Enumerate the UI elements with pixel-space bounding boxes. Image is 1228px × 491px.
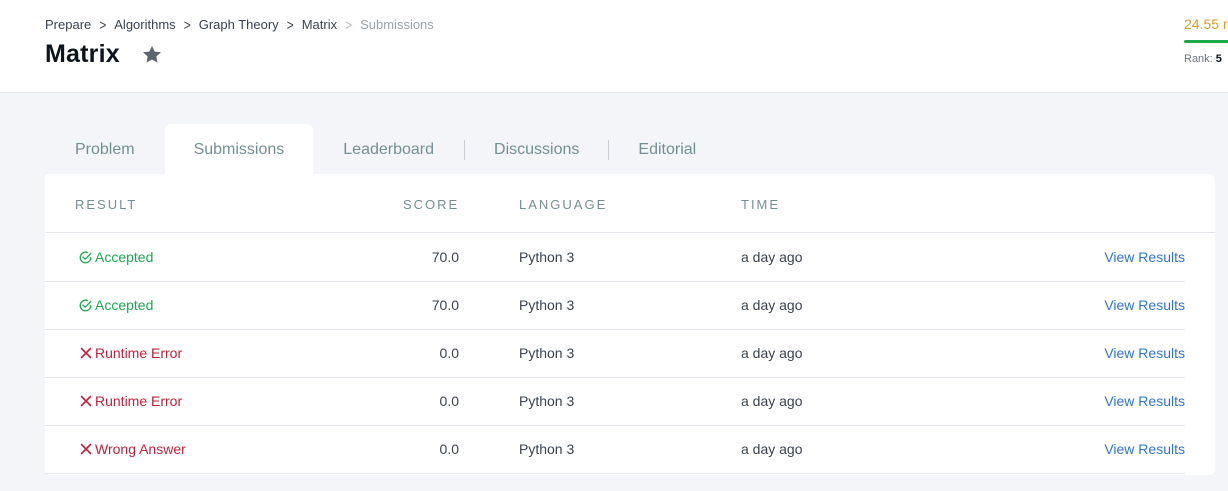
cross-icon xyxy=(78,394,93,409)
page-header: Prepare > Algorithms > Graph Theory > Ma… xyxy=(0,0,1228,93)
view-results-link[interactable]: View Results xyxy=(1104,441,1185,457)
result-text: Accepted xyxy=(95,297,154,313)
tab-editorial[interactable]: Editorial xyxy=(609,124,725,175)
check-circle-icon xyxy=(78,250,93,265)
score-cell: 70.0 xyxy=(431,249,459,265)
language-cell: Python 3 xyxy=(519,249,575,265)
rank-label: Rank: xyxy=(1184,53,1213,65)
table-row: Runtime Error 0.0 Python 3 a day ago Vie… xyxy=(45,378,1185,426)
points-progress-bar xyxy=(1184,40,1228,43)
chevron-right-icon: > xyxy=(286,16,294,33)
time-cell: a day ago xyxy=(741,297,803,313)
column-header-language: LANGUAGE xyxy=(519,197,608,212)
tab-discussions[interactable]: Discussions xyxy=(465,124,608,175)
result-cell: Accepted xyxy=(78,249,153,265)
table-header: RESULT SCORE LANGUAGE TIME xyxy=(45,174,1215,233)
score-cell: 70.0 xyxy=(431,297,459,313)
column-header-score: SCORE xyxy=(403,197,460,212)
star-icon[interactable] xyxy=(141,44,163,66)
table-row: Wrong Answer 0.0 Python 3 a day ago View… xyxy=(45,426,1185,474)
cross-icon xyxy=(78,346,93,361)
breadcrumb-item-matrix[interactable]: Matrix xyxy=(302,17,337,32)
table-row: Accepted 70.0 Python 3 a day ago View Re… xyxy=(45,234,1185,282)
result-text: Runtime Error xyxy=(95,345,183,361)
page-title: Matrix xyxy=(45,40,120,68)
points-value: 24.55 r xyxy=(1184,16,1228,32)
time-cell: a day ago xyxy=(741,345,803,361)
chevron-right-icon: > xyxy=(345,16,353,33)
result-text: Accepted xyxy=(95,249,154,265)
result-cell: Runtime Error xyxy=(78,345,182,361)
cross-icon xyxy=(78,442,93,457)
result-cell: Accepted xyxy=(78,297,153,313)
time-cell: a day ago xyxy=(741,249,803,265)
tab-submissions[interactable]: Submissions xyxy=(164,124,314,175)
result-cell: Wrong Answer xyxy=(78,441,186,457)
result-text: Runtime Error xyxy=(95,393,183,409)
result-text: Wrong Answer xyxy=(95,441,186,457)
time-cell: a day ago xyxy=(741,393,803,409)
table-row: Accepted 70.0 Python 3 a day ago View Re… xyxy=(45,282,1185,330)
column-header-time: TIME xyxy=(741,197,781,212)
title-row: Matrix xyxy=(45,40,163,69)
check-circle-icon xyxy=(78,298,93,313)
score-cell: 0.0 xyxy=(439,393,459,409)
breadcrumb-item-graph-theory[interactable]: Graph Theory xyxy=(199,17,279,32)
column-header-result: RESULT xyxy=(75,197,138,212)
breadcrumb: Prepare > Algorithms > Graph Theory > Ma… xyxy=(45,16,434,33)
view-results-link[interactable]: View Results xyxy=(1104,345,1185,361)
tab-leaderboard[interactable]: Leaderboard xyxy=(313,124,464,175)
chevron-right-icon: > xyxy=(99,16,107,33)
language-cell: Python 3 xyxy=(519,297,575,313)
language-cell: Python 3 xyxy=(519,441,575,457)
chevron-right-icon: > xyxy=(183,16,191,33)
submissions-panel: RESULT SCORE LANGUAGE TIME Accepted 70.0… xyxy=(45,174,1215,475)
time-cell: a day ago xyxy=(741,441,803,457)
challenge-tabs: Problem Submissions Leaderboard Discussi… xyxy=(45,124,725,175)
breadcrumb-item-submissions: Submissions xyxy=(360,17,434,32)
result-cell: Runtime Error xyxy=(78,393,182,409)
view-results-link[interactable]: View Results xyxy=(1104,249,1185,265)
table-row: Runtime Error 0.0 Python 3 a day ago Vie… xyxy=(45,330,1185,378)
tab-problem[interactable]: Problem xyxy=(45,124,165,175)
breadcrumb-item-prepare[interactable]: Prepare xyxy=(45,17,91,32)
view-results-link[interactable]: View Results xyxy=(1104,297,1185,313)
breadcrumb-item-algorithms[interactable]: Algorithms xyxy=(114,17,175,32)
score-cell: 0.0 xyxy=(439,441,459,457)
rank-value: 5 xyxy=(1215,53,1222,65)
language-cell: Python 3 xyxy=(519,345,575,361)
language-cell: Python 3 xyxy=(519,393,575,409)
view-results-link[interactable]: View Results xyxy=(1104,393,1185,409)
score-cell: 0.0 xyxy=(439,345,459,361)
rank-display: Rank: 5 xyxy=(1184,53,1222,65)
